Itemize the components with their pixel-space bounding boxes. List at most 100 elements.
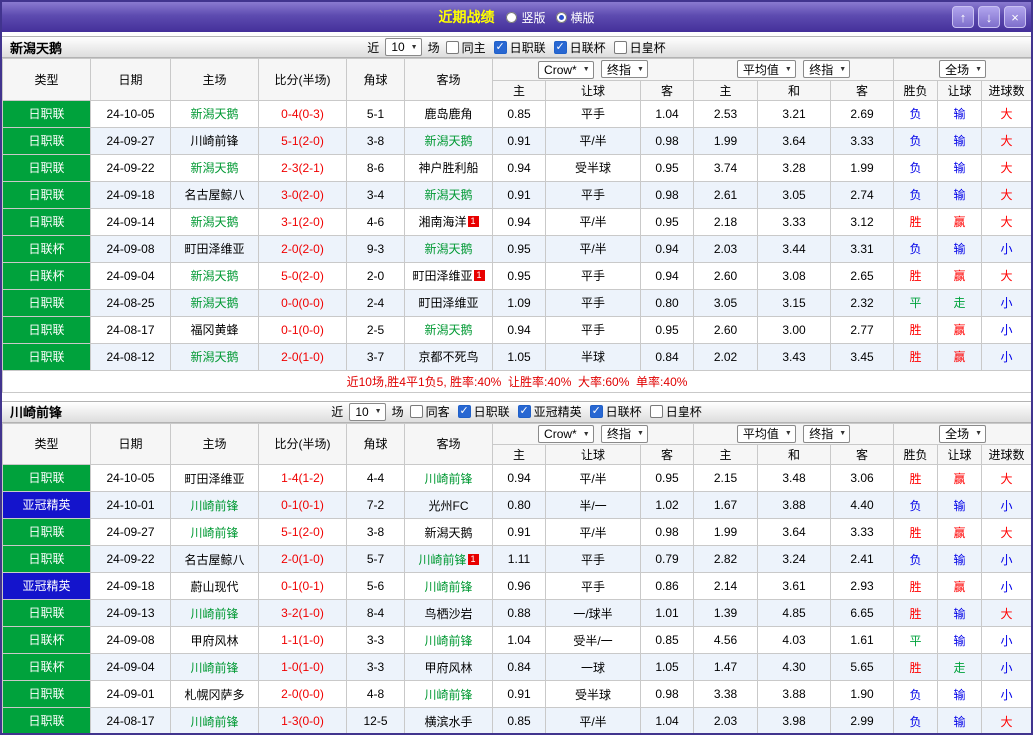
move-up-button[interactable]: ↑ <box>952 6 974 28</box>
asian-odds-time-select[interactable]: 终指 ▼ <box>601 424 648 443</box>
home-team-name[interactable]: 名古屋鲸八 <box>184 553 244 567</box>
match-count-select[interactable]: 10 ▼ <box>349 402 386 421</box>
euro-odds-time-select[interactable]: 终指 ▼ <box>803 60 851 79</box>
away-team[interactable]: 川崎前锋 <box>404 626 493 654</box>
away-team-name[interactable]: 新潟天鹅 <box>424 323 472 337</box>
away-team-name[interactable]: 町田泽维亚 <box>412 269 472 283</box>
away-team-name[interactable]: 湘南海洋 <box>418 215 466 229</box>
euro-odds-time-select[interactable]: 终指 ▼ <box>803 424 851 443</box>
checkbox-icon[interactable] <box>649 405 663 418</box>
checkbox-icon[interactable]: ✓ <box>553 40 567 54</box>
away-team-name[interactable]: 川崎前锋 <box>418 553 466 567</box>
move-down-button[interactable]: ↓ <box>978 6 1000 28</box>
away-team[interactable]: 川崎前锋 <box>404 464 493 492</box>
away-team[interactable]: 新潟天鹅 <box>404 315 493 344</box>
home-team-name[interactable]: 新潟天鹅 <box>190 161 238 175</box>
home-team[interactable]: 名古屋鲸八 <box>170 180 259 209</box>
away-team[interactable]: 湘南海洋 1 <box>404 207 493 236</box>
away-team-name[interactable]: 京都不死鸟 <box>418 350 478 364</box>
result-scope-select[interactable]: 全场 ▼ <box>939 60 987 79</box>
home-team-name[interactable]: 新潟天鹅 <box>190 350 238 364</box>
filter-checkbox-same-home[interactable]: 同主 <box>445 39 486 56</box>
home-team[interactable]: 新潟天鹅 <box>170 288 259 317</box>
away-team-name[interactable]: 新潟天鹅 <box>424 242 472 256</box>
away-team[interactable]: 町田泽维亚 1 <box>404 261 493 290</box>
home-team-name[interactable]: 蔚山现代 <box>190 580 238 594</box>
away-team-name[interactable]: 新潟天鹅 <box>424 188 472 202</box>
euro-odds-source-select[interactable]: 平均值 ▼ <box>736 60 796 79</box>
radio-icon[interactable] <box>555 11 567 23</box>
euro-odds-source-select[interactable]: 平均值 ▼ <box>736 424 796 443</box>
close-button[interactable]: × <box>1004 6 1026 28</box>
away-team-name[interactable]: 鸟栖沙岩 <box>424 607 472 621</box>
away-team[interactable]: 神户胜利船 <box>404 153 493 182</box>
home-team[interactable]: 川崎前锋 <box>170 653 259 681</box>
home-team[interactable]: 川崎前锋 <box>170 126 259 155</box>
away-team[interactable]: 新潟天鹅 <box>404 180 493 209</box>
home-team-name[interactable]: 川崎前锋 <box>190 715 238 729</box>
away-team-name[interactable]: 川崎前锋 <box>424 580 472 594</box>
home-team[interactable]: 町田泽维亚 <box>170 234 259 263</box>
away-team[interactable]: 光州FC <box>404 491 493 519</box>
away-team-name[interactable]: 甲府风林 <box>424 661 472 675</box>
home-team-name[interactable]: 町田泽维亚 <box>184 242 244 256</box>
checkbox-icon[interactable] <box>445 40 459 54</box>
home-team[interactable]: 川崎前锋 <box>170 491 259 519</box>
away-team-name[interactable]: 新潟天鹅 <box>424 134 472 148</box>
asian-odds-time-select[interactable]: 终指 ▼ <box>601 60 648 78</box>
home-team-name[interactable]: 川崎前锋 <box>190 661 238 675</box>
away-team-name[interactable]: 神户胜利船 <box>418 161 478 175</box>
layout-radio-vertical[interactable]: 竖版 <box>506 9 546 26</box>
home-team[interactable]: 札幌冈萨多 <box>170 680 259 708</box>
home-team-name[interactable]: 名古屋鲸八 <box>184 188 244 202</box>
away-team[interactable]: 新潟天鹅 <box>404 126 493 155</box>
home-team-name[interactable]: 新潟天鹅 <box>190 107 238 121</box>
home-team[interactable]: 新潟天鹅 <box>170 99 259 128</box>
home-team-name[interactable]: 札幌冈萨多 <box>184 688 244 702</box>
away-team[interactable]: 新潟天鹅 <box>404 518 493 546</box>
home-team[interactable]: 新潟天鹅 <box>170 207 259 236</box>
home-team-name[interactable]: 町田泽维亚 <box>184 472 244 486</box>
checkbox-icon[interactable] <box>409 405 423 418</box>
away-team[interactable]: 町田泽维亚 <box>404 288 493 317</box>
away-team-name[interactable]: 横滨水手 <box>424 715 472 729</box>
home-team-name[interactable]: 福冈黄蜂 <box>190 323 238 337</box>
away-team-name[interactable]: 鹿岛鹿角 <box>424 107 472 121</box>
home-team[interactable]: 新潟天鹅 <box>170 153 259 182</box>
home-team[interactable]: 新潟天鹅 <box>170 261 259 290</box>
checkbox-icon[interactable]: ✓ <box>517 405 531 418</box>
home-team-name[interactable]: 川崎前锋 <box>190 499 238 513</box>
away-team[interactable]: 京都不死鸟 <box>404 342 493 371</box>
away-team[interactable]: 横滨水手 <box>404 707 493 733</box>
home-team-name[interactable]: 新潟天鹅 <box>190 215 238 229</box>
checkbox-icon[interactable]: ✓ <box>457 405 471 418</box>
filter-checkbox-emperors-cup[interactable]: 日皇杯 <box>649 403 702 420</box>
match-count-select[interactable]: 10 ▼ <box>385 38 422 56</box>
filter-checkbox-levain-cup[interactable]: ✓ 日联杯 <box>589 403 642 420</box>
home-team[interactable]: 川崎前锋 <box>170 707 259 733</box>
home-team[interactable]: 福冈黄蜂 <box>170 315 259 344</box>
home-team[interactable]: 町田泽维亚 <box>170 464 259 492</box>
away-team[interactable]: 川崎前锋 <box>404 680 493 708</box>
home-team-name[interactable]: 川崎前锋 <box>190 526 238 540</box>
home-team[interactable]: 川崎前锋 <box>170 518 259 546</box>
away-team[interactable]: 川崎前锋 1 <box>404 545 493 573</box>
home-team-name[interactable]: 川崎前锋 <box>190 134 238 148</box>
filter-checkbox-j1-league[interactable]: ✓ 日职联 <box>457 403 510 420</box>
radio-icon[interactable] <box>506 11 518 23</box>
filter-checkbox-same-away[interactable]: 同客 <box>409 403 450 420</box>
asian-odds-source-select[interactable]: Crow* ▼ <box>538 425 594 443</box>
home-team-name[interactable]: 新潟天鹅 <box>190 269 238 283</box>
filter-checkbox-levain-cup[interactable]: ✓ 日联杯 <box>553 39 606 56</box>
away-team[interactable]: 川崎前锋 <box>404 572 493 600</box>
away-team-name[interactable]: 町田泽维亚 <box>418 296 478 310</box>
checkbox-icon[interactable]: ✓ <box>589 405 603 418</box>
away-team-name[interactable]: 川崎前锋 <box>424 634 472 648</box>
home-team[interactable]: 川崎前锋 <box>170 599 259 627</box>
checkbox-icon[interactable] <box>613 40 627 54</box>
checkbox-icon[interactable]: ✓ <box>493 40 507 54</box>
away-team-name[interactable]: 新潟天鹅 <box>424 526 472 540</box>
home-team-name[interactable]: 新潟天鹅 <box>190 296 238 310</box>
home-team-name[interactable]: 甲府风林 <box>190 634 238 648</box>
layout-radio-horizontal[interactable]: 横版 <box>555 9 595 26</box>
